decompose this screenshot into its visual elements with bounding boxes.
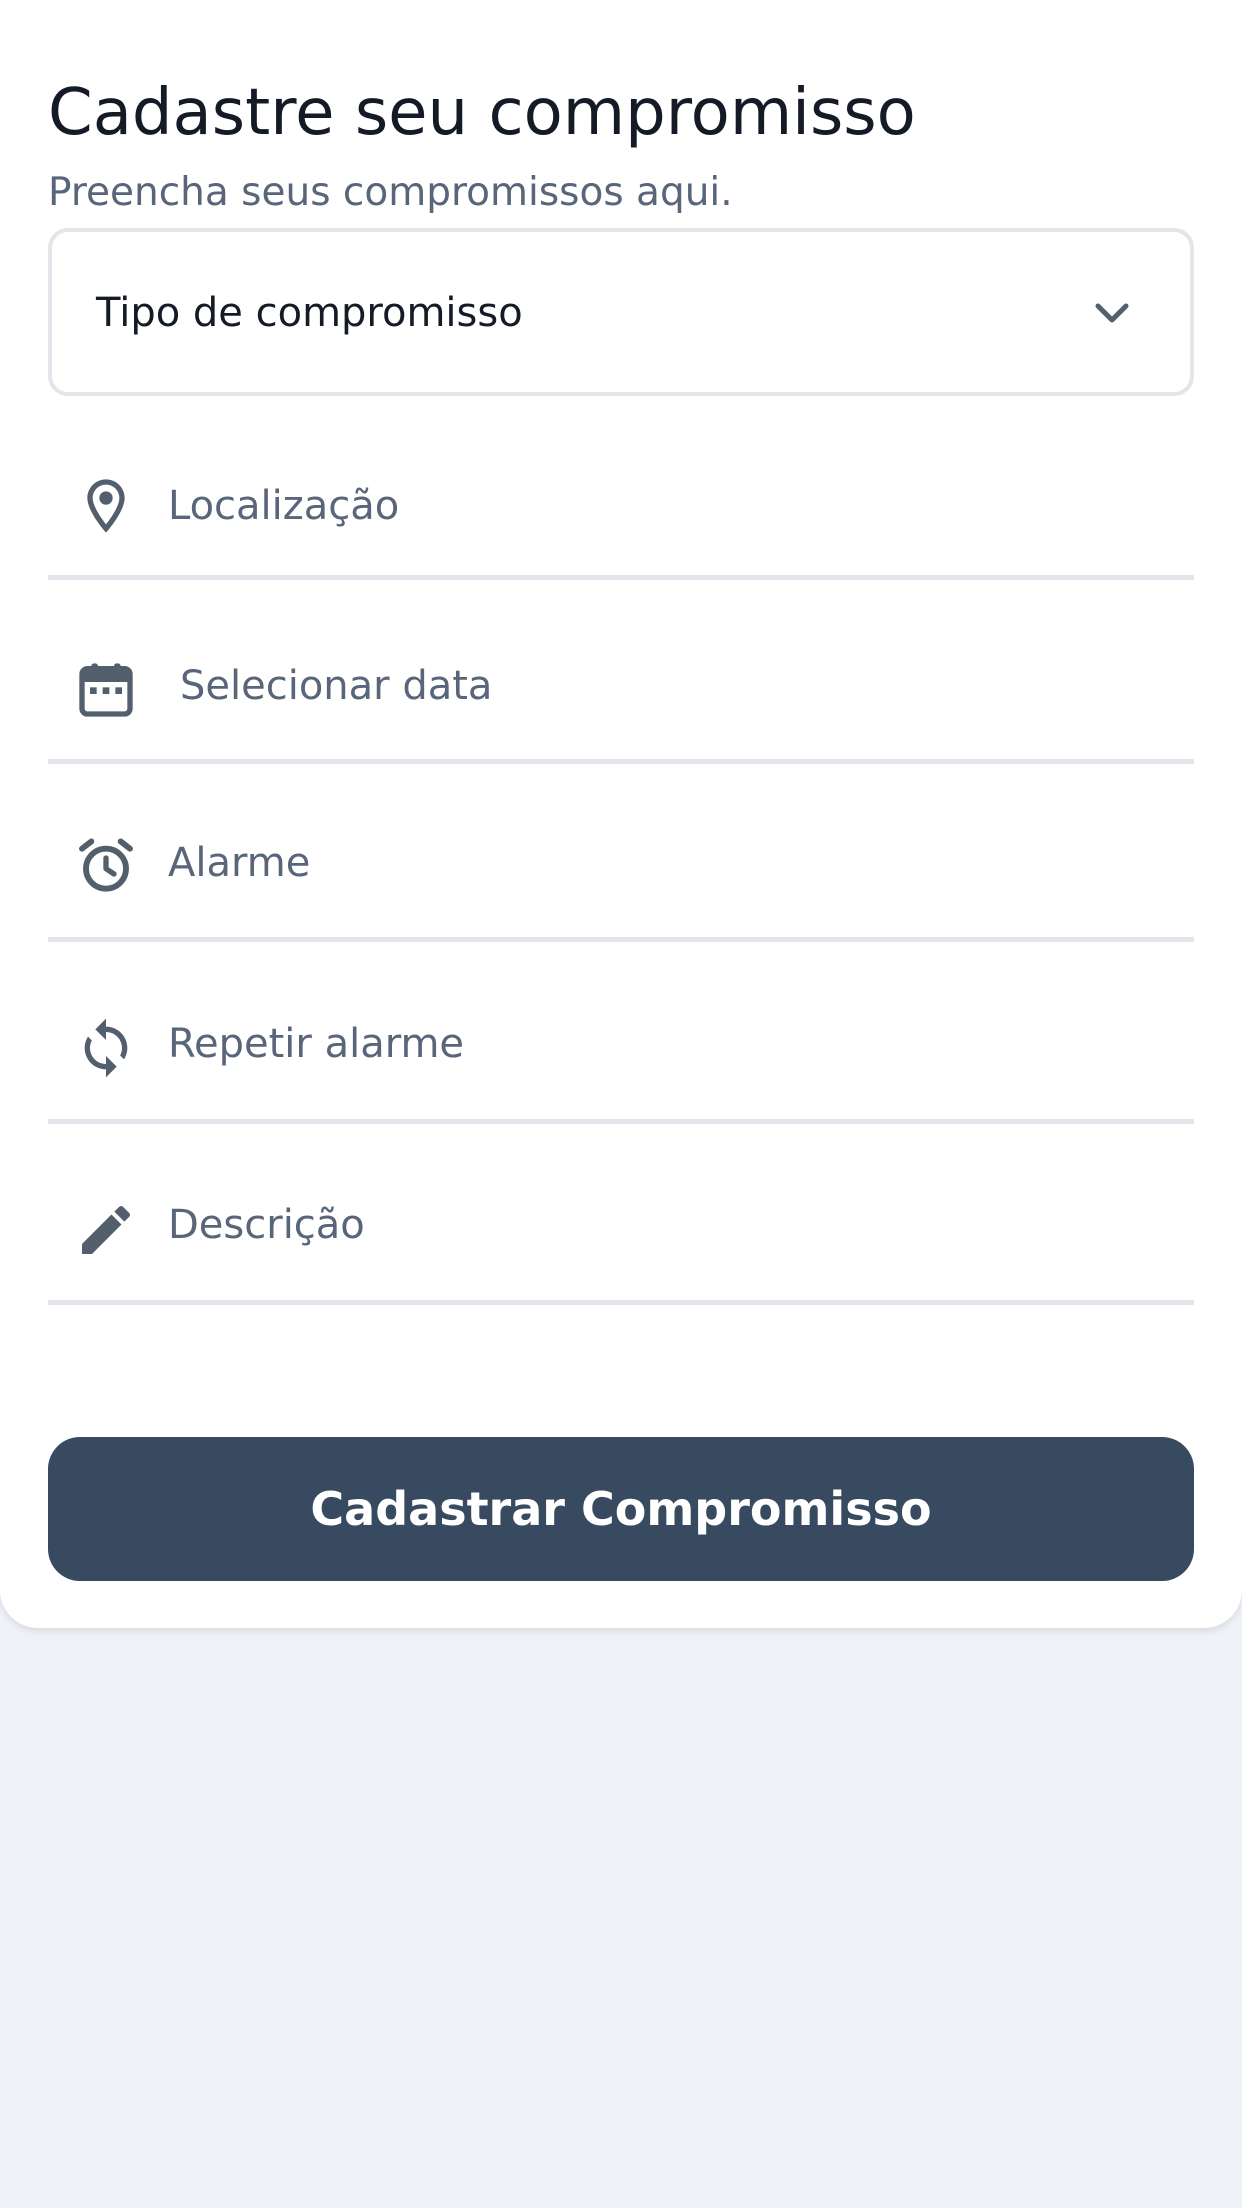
date-field xyxy=(48,620,1194,764)
location-field xyxy=(48,440,1194,580)
alarm-field xyxy=(48,800,1194,942)
description-input[interactable] xyxy=(168,1195,1128,1255)
form-card: Cadastre seu compromisso Preencha seus c… xyxy=(0,0,1242,1628)
appointment-type-select[interactable]: Tipo de compromisso xyxy=(48,228,1194,396)
page-title: Cadastre seu compromisso xyxy=(48,76,916,150)
location-pin-icon xyxy=(74,474,138,538)
description-field xyxy=(48,1160,1194,1305)
repeat-icon xyxy=(74,1016,138,1080)
repeat-alarm-field xyxy=(48,980,1194,1124)
alarm-clock-icon xyxy=(74,834,138,898)
alarm-input[interactable] xyxy=(168,833,1128,893)
page-subtitle: Preencha seus compromissos aqui. xyxy=(48,170,733,215)
pencil-icon xyxy=(74,1198,138,1262)
register-appointment-button[interactable]: Cadastrar Compromisso xyxy=(48,1437,1194,1581)
date-input[interactable] xyxy=(180,656,1140,716)
appointment-type-value: Tipo de compromisso xyxy=(96,290,523,336)
location-input[interactable] xyxy=(168,476,1128,536)
calendar-icon xyxy=(74,658,138,722)
chevron-down-icon xyxy=(1095,303,1129,323)
repeat-alarm-input[interactable] xyxy=(168,1014,1128,1074)
